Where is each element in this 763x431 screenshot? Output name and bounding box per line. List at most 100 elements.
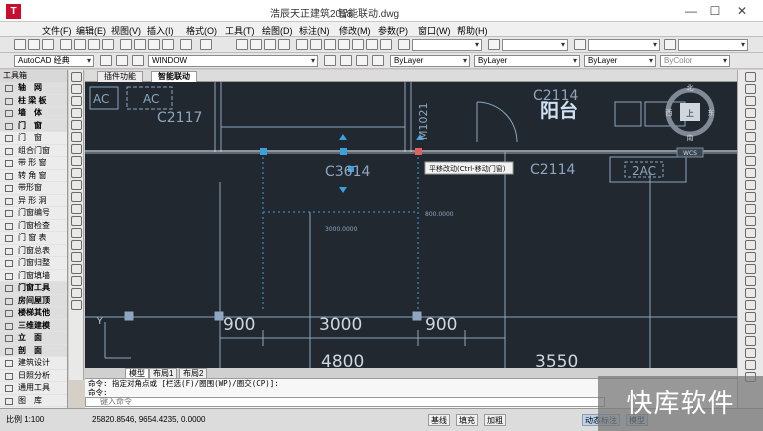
- ellipse-arc-icon[interactable]: [70, 192, 82, 202]
- match-prop-icon[interactable]: [162, 39, 174, 50]
- offset-icon[interactable]: [745, 108, 756, 118]
- maximize-button[interactable]: ☐: [704, 3, 726, 19]
- viewcube-south[interactable]: 南: [687, 133, 694, 142]
- floor-plan[interactable]: 上 北 南 西 东 WCS AC AC C2117 M1021 阳台 C2114…: [85, 82, 737, 368]
- tool-item[interactable]: 墙 体: [0, 107, 67, 120]
- viewcube-east[interactable]: 东: [708, 108, 715, 117]
- trim-icon[interactable]: [745, 180, 756, 190]
- grip-middle[interactable]: [340, 148, 347, 155]
- copy-object-icon[interactable]: [745, 84, 756, 94]
- save-icon[interactable]: [42, 39, 54, 50]
- copy-icon[interactable]: [134, 39, 146, 50]
- move-icon[interactable]: [745, 132, 756, 142]
- workspace-settings-icon[interactable]: [100, 55, 112, 66]
- tool-palette-icon[interactable]: [324, 39, 336, 50]
- dyn-input-icon[interactable]: [745, 360, 756, 370]
- help-icon[interactable]: [380, 39, 392, 50]
- drawing-canvas[interactable]: 上 北 南 西 东 WCS AC AC C2117 M1021 阳台 C2114…: [85, 82, 737, 368]
- layer-freeze-icon[interactable]: [745, 288, 756, 298]
- stretch-icon[interactable]: [745, 168, 756, 178]
- tab-smart-link[interactable]: 智能联动: [151, 71, 197, 82]
- text-style-icon[interactable]: [398, 39, 410, 50]
- layer-select[interactable]: WINDOW: [148, 55, 318, 67]
- tool-item[interactable]: 异 形 洞: [0, 195, 67, 207]
- insert-block-icon[interactable]: [70, 204, 82, 214]
- tool-item[interactable]: 组合门窗: [0, 145, 67, 157]
- mirror-icon[interactable]: [745, 96, 756, 106]
- cut-icon[interactable]: [120, 39, 132, 50]
- tool-item[interactable]: 门窗编号: [0, 207, 67, 220]
- arc-icon[interactable]: [70, 132, 82, 142]
- revision-cloud-icon[interactable]: [70, 156, 82, 166]
- markup-icon[interactable]: [352, 39, 364, 50]
- plotstyle-select[interactable]: ByColor: [660, 55, 730, 67]
- gradient-icon[interactable]: [70, 252, 82, 262]
- menu-params[interactable]: 参数(P): [378, 24, 408, 37]
- hatch-icon[interactable]: [70, 240, 82, 250]
- tool-item[interactable]: 带 形 窗: [0, 157, 67, 170]
- app-logo-icon[interactable]: T: [6, 4, 21, 19]
- tool-item[interactable]: 三维建模: [0, 319, 67, 332]
- menu-window[interactable]: 窗口(W): [418, 24, 451, 37]
- rotate-icon[interactable]: [745, 144, 756, 154]
- dim-style-icon[interactable]: [488, 39, 500, 50]
- layer-manager-icon[interactable]: [116, 55, 128, 66]
- make-block-icon[interactable]: [70, 216, 82, 226]
- menu-format[interactable]: 格式(O): [186, 24, 217, 37]
- print-icon[interactable]: [60, 39, 72, 50]
- menu-modify[interactable]: 修改(M): [339, 24, 371, 37]
- tool-item[interactable]: 楼梯其他: [0, 307, 67, 320]
- fillet-icon[interactable]: [745, 252, 756, 262]
- color-select[interactable]: ByLayer: [390, 55, 470, 67]
- scale-readout[interactable]: 比例 1:100: [6, 414, 44, 426]
- viewcube[interactable]: 上 北 南 西 东 WCS: [665, 84, 715, 158]
- properties-icon[interactable]: [296, 39, 308, 50]
- tool-item[interactable]: 立 面: [0, 332, 67, 345]
- layer-lock-icon[interactable]: [745, 300, 756, 310]
- layer-off-icon[interactable]: [745, 276, 756, 286]
- tool-item[interactable]: 轴 网: [0, 82, 67, 95]
- toggle-baseline[interactable]: 基线: [428, 414, 450, 426]
- menu-draw[interactable]: 绘图(D): [262, 24, 293, 37]
- layer-unisolate-icon[interactable]: [372, 55, 384, 66]
- layer-iso-icon[interactable]: [356, 55, 368, 66]
- zoom-prev-icon[interactable]: [278, 39, 290, 50]
- tool-item[interactable]: 房间屋顶: [0, 294, 67, 307]
- join-icon[interactable]: [745, 228, 756, 238]
- undo-icon[interactable]: [180, 39, 192, 50]
- linetype-select[interactable]: ByLayer: [474, 55, 580, 67]
- toggle-bold[interactable]: 加粗: [484, 414, 506, 426]
- command-input[interactable]: 键入命令: [85, 397, 605, 407]
- lineweight-select[interactable]: ByLayer: [584, 55, 656, 67]
- pan-icon[interactable]: [236, 39, 248, 50]
- ellipse-icon[interactable]: [70, 180, 82, 190]
- polar-icon[interactable]: [745, 336, 756, 346]
- menu-dimension[interactable]: 标注(N): [299, 24, 330, 37]
- menu-file[interactable]: 文件(F): [42, 24, 72, 37]
- sheet-set-icon[interactable]: [338, 39, 350, 50]
- viewcube-west[interactable]: 西: [666, 109, 673, 117]
- tool-item[interactable]: 门窗总表: [0, 245, 67, 257]
- tool-item[interactable]: 日照分析: [0, 370, 67, 382]
- layer-state-icon[interactable]: [132, 55, 144, 66]
- table-icon[interactable]: [70, 276, 82, 286]
- object-track-icon[interactable]: [745, 348, 756, 358]
- tool-item[interactable]: 带形窗: [0, 182, 67, 195]
- tool-item[interactable]: 剖 面: [0, 344, 67, 357]
- tool-item[interactable]: 门 窗 表: [0, 232, 67, 245]
- tool-item[interactable]: 门窗归整: [0, 257, 67, 270]
- polyline-icon[interactable]: [70, 96, 82, 106]
- extend-icon[interactable]: [745, 192, 756, 202]
- table-style-icon[interactable]: [574, 39, 586, 50]
- add-selected-icon[interactable]: [70, 300, 82, 310]
- publish-icon[interactable]: [88, 39, 100, 50]
- explode-icon[interactable]: [745, 264, 756, 274]
- grip-left[interactable]: [260, 148, 267, 155]
- spline-icon[interactable]: [70, 168, 82, 178]
- circle-icon[interactable]: [70, 144, 82, 154]
- paste-icon[interactable]: [148, 39, 160, 50]
- break-icon[interactable]: [745, 216, 756, 226]
- wcs-menu[interactable]: WCS: [683, 150, 697, 157]
- layer-previous-icon[interactable]: [340, 55, 352, 66]
- menu-tools[interactable]: 工具(T): [225, 24, 255, 37]
